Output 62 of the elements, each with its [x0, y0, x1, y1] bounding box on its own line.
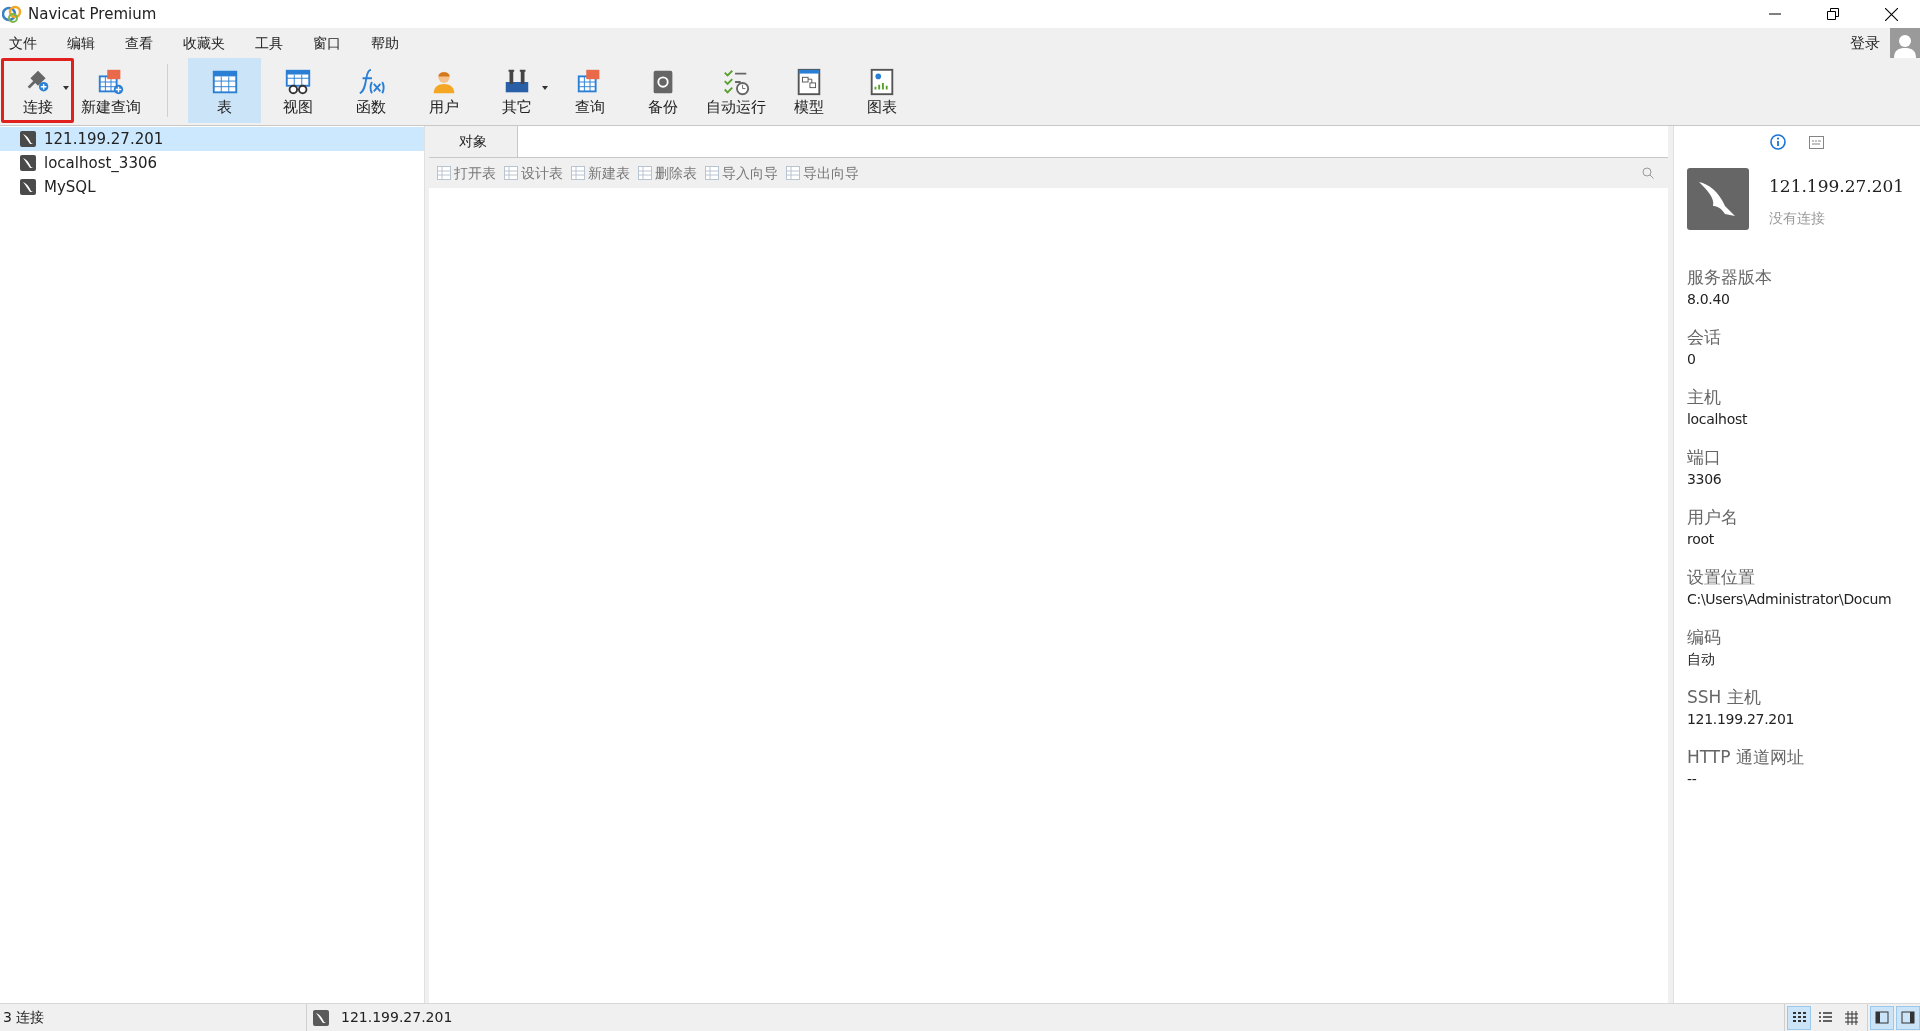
right-panel-icon[interactable]: [1896, 1005, 1920, 1030]
info-icon[interactable]: [1769, 133, 1787, 151]
table-icon: [571, 166, 585, 180]
list-view-icon[interactable]: [1787, 1005, 1811, 1030]
connection-count: 3 连接: [2, 1008, 46, 1027]
connection-item[interactable]: 121.199.27.201: [0, 127, 424, 151]
menu-item[interactable]: 工具: [246, 32, 292, 54]
menu-item[interactable]: 收藏夹: [174, 32, 234, 54]
left-panel-icon[interactable]: [1870, 1005, 1894, 1030]
close-icon[interactable]: [1884, 7, 1898, 21]
field-value: 3306: [1687, 470, 1723, 489]
field-value: 8.0.40: [1687, 290, 1731, 309]
table-icon: [705, 166, 719, 180]
restore-icon[interactable]: [1827, 8, 1839, 20]
table-icon: [437, 166, 451, 180]
field-label: 用户名: [1687, 506, 1739, 528]
menu-item[interactable]: 窗口: [304, 32, 350, 54]
toolbar-button[interactable]: 其它: [480, 58, 553, 123]
menu-item[interactable]: 文件: [0, 32, 46, 54]
avatar-icon[interactable]: [1890, 28, 1920, 58]
toolbar-button[interactable]: 查询: [553, 58, 626, 123]
field-value: C:\Users\Administrator\Docum: [1687, 590, 1893, 609]
ddl-icon[interactable]: [1807, 133, 1825, 151]
toolbar-button[interactable]: 连接: [1, 58, 74, 123]
toolbar-button[interactable]: 新建查询: [74, 58, 147, 123]
field-value: --: [1687, 770, 1698, 789]
connection-item[interactable]: MySQL: [0, 175, 424, 199]
login-link[interactable]: 登录: [1850, 31, 1880, 55]
object-tab[interactable]: 对象: [429, 126, 517, 157]
table-icon: [638, 166, 652, 180]
table-icon: [786, 166, 800, 180]
toolbar-button[interactable]: 表: [188, 58, 261, 123]
menu-item[interactable]: 编辑: [58, 32, 104, 54]
toolbar-button[interactable]: 模型: [772, 58, 845, 123]
connection-name: 121.199.27.201: [1769, 175, 1905, 198]
field-label: HTTP 通道网址: [1687, 746, 1805, 768]
app-logo-icon: [2, 4, 22, 24]
menu-item[interactable]: 帮助: [362, 32, 408, 54]
menu-item[interactable]: 查看: [116, 32, 162, 54]
toolbar-button[interactable]: 用户: [407, 58, 480, 123]
field-label: 主机: [1687, 386, 1722, 408]
table-icon: [504, 166, 518, 180]
field-value: 自动: [1687, 650, 1716, 669]
toolbar-button[interactable]: 自动运行: [699, 58, 772, 123]
toolbar-button[interactable]: 图表: [845, 58, 918, 123]
toolbar-button[interactable]: 函数: [334, 58, 407, 123]
field-label: 编码: [1687, 626, 1722, 648]
field-value: localhost: [1687, 410, 1749, 429]
field-label: 服务器版本: [1687, 266, 1773, 288]
toolbar-button[interactable]: 备份: [626, 58, 699, 123]
field-value: root: [1687, 530, 1715, 549]
field-label: 设置位置: [1687, 566, 1756, 588]
window-title: Navicat Premium: [28, 3, 157, 25]
field-value: 0: [1687, 350, 1697, 369]
connection-item[interactable]: localhost_3306: [0, 151, 424, 175]
field-label: 会话: [1687, 326, 1722, 348]
field-label: 端口: [1687, 446, 1722, 468]
field-label: SSH 主机: [1687, 686, 1762, 708]
field-value: 121.199.27.201: [1687, 710, 1796, 729]
connection-status: 没有连接: [1769, 208, 1826, 228]
current-connection: 121.199.27.201: [341, 1008, 453, 1027]
toolbar-button[interactable]: 视图: [261, 58, 334, 123]
